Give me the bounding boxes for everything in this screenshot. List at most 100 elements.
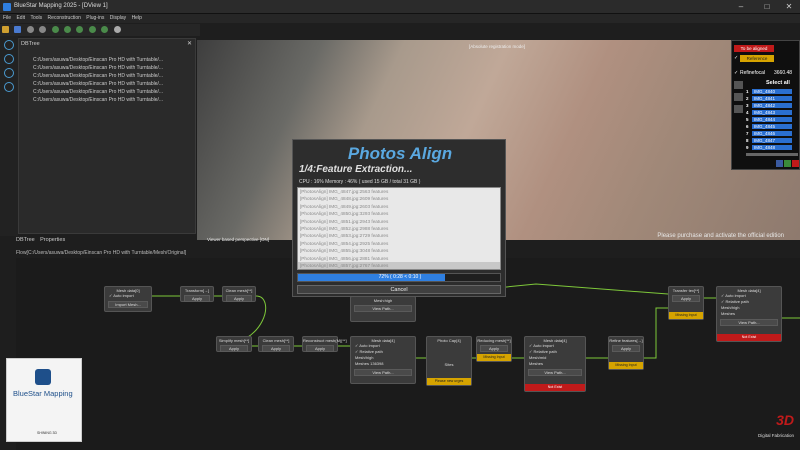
menu-tools[interactable]: Tools [30, 15, 42, 21]
node-action-button[interactable]: Apply [612, 345, 640, 352]
camera-row[interactable]: 8 IMG_4847 [746, 138, 798, 144]
flow-node-reducing[interactable]: Reducing mesh[**] Apply Missing Input [476, 336, 512, 362]
bluestar-logo-icon [35, 369, 51, 385]
reference-toggle[interactable]: Reference [740, 55, 774, 62]
node-action-button[interactable]: Apply [672, 295, 700, 302]
camera-row[interactable]: 2 IMG_4841 [746, 96, 798, 102]
flow-node-mesh-data-mid[interactable]: Mesh data[4] ✓ Auto import ✓ Relative path… [350, 336, 416, 384]
search-icon[interactable] [4, 54, 14, 64]
panel-close-icon[interactable]: ✕ [187, 40, 192, 47]
open-icon[interactable] [2, 26, 9, 33]
close-button[interactable]: ✕ [778, 1, 800, 13]
cancel-button[interactable]: Cancel [297, 285, 501, 294]
node-action-button[interactable]: Apply [480, 345, 508, 352]
node-status-footer: Not Exist [525, 384, 585, 391]
menu-reconstruction[interactable]: Reconstruction [48, 15, 81, 21]
settings-icon[interactable] [113, 26, 121, 33]
flow-node-mesh-high[interactable]: Mesh:high View Path... [350, 296, 416, 322]
camera-row[interactable]: 3 IMG_4842 [746, 103, 798, 109]
redo-icon[interactable] [39, 26, 47, 33]
texture-icon[interactable] [88, 26, 96, 33]
flow-node-transform[interactable]: Transform[→] Apply [180, 286, 214, 302]
dbtree-row[interactable]: C:/Users/asuwa/Desktop/Einscan Pro HD wi… [33, 57, 163, 63]
cpu-memory-status: CPU : 16% Memory : 46% ( used 15 GB / to… [299, 179, 421, 185]
camera-scrollbar[interactable] [746, 153, 798, 156]
refinefocal-label: Refinefocal [740, 70, 766, 76]
node-action-button[interactable]: Apply [226, 295, 252, 302]
camera-image-name: IMG_4840 [752, 89, 792, 94]
flow-node-photo-capture[interactable]: Photo Cap[4] Sites Please new urges [426, 336, 472, 386]
flow-node-clean-mesh1[interactable]: Clean mesh[**] Apply [222, 286, 256, 302]
menu-plugins[interactable]: Plug-ins [86, 15, 104, 21]
network-icon[interactable] [4, 68, 14, 78]
to-be-aligned-button[interactable]: To be aligned [734, 45, 774, 52]
node-action-button[interactable]: View Path... [354, 369, 412, 376]
camera-row[interactable]: 7 IMG_4846 [746, 131, 798, 137]
camera-row[interactable]: 5 IMG_4844 [746, 117, 798, 123]
camera-row[interactable]: 9 IMG_4848 [746, 145, 798, 151]
menu-edit[interactable]: Edit [16, 15, 25, 21]
node-action-button[interactable]: Apply [306, 345, 334, 352]
node-action-button[interactable]: Apply [220, 345, 248, 352]
flow-node-refine[interactable]: Refine features[→] Apply Missing Input [608, 336, 644, 370]
align-icon[interactable] [63, 26, 71, 33]
reference-check[interactable]: ✓ [734, 55, 738, 61]
node-title: Clean mesh[**] [262, 338, 290, 343]
node-action-button[interactable]: Apply [262, 345, 290, 352]
log-line: [PhotosAlign] IMG_4857.jpg:2767 features [298, 262, 500, 269]
node-option-label: Relative path [725, 299, 749, 304]
undo-icon[interactable] [26, 26, 34, 33]
flow-node-mesh-data-mid2[interactable]: Mesh data[4] ✓ Auto import ✓ Relative path… [524, 336, 586, 392]
dbtree-row[interactable]: C:/Users/asuwa/Desktop/Einscan Pro HD wi… [33, 73, 163, 79]
camera-tool-icon[interactable] [734, 81, 743, 89]
delete-icon[interactable] [792, 160, 799, 167]
log-line: [PhotosAlign] IMG_4855.jpg:3048 features [300, 248, 389, 254]
flow-node-reconstruct[interactable]: Reconstruct mesh(M)[**] Apply [302, 336, 347, 352]
brand-logo: 3D [776, 412, 794, 428]
dbtree-row[interactable]: C:/Users/asuwa/Desktop/Einscan Pro HD wi… [33, 81, 163, 87]
auto-import-check[interactable]: ✓ Auto import [105, 293, 151, 299]
camera-panel: To be aligned Reference ✓ ✓ Refinefocal … [731, 40, 800, 170]
node-action-button[interactable]: View Path... [720, 319, 778, 326]
flow-node-simplify[interactable]: Simplify mesh[**] Apply [216, 336, 252, 352]
node-title: Reconstruct mesh(M)[**] [303, 338, 347, 343]
camera-tool-icon[interactable] [734, 93, 743, 101]
node-action-button[interactable]: Import Mesh... [108, 301, 148, 308]
refinefocal-check[interactable]: ✓ [734, 70, 738, 76]
zoom-icon[interactable] [4, 40, 14, 50]
dbtree-row[interactable]: C:/Users/asuwa/Desktop/Einscan Pro HD wi… [33, 97, 163, 103]
camera-tool-icon[interactable] [734, 105, 743, 113]
flow-icon[interactable] [101, 26, 109, 33]
menu-file[interactable]: File [3, 15, 11, 21]
flow-node-mesh-data-in[interactable]: Mesh data[0] ✓ Auto import Import Mesh... [104, 286, 152, 312]
node-action-button[interactable]: Apply [184, 295, 210, 302]
dialog-title: Photos Align [347, 144, 453, 163]
minimize-button[interactable]: – [730, 1, 752, 13]
menu-display[interactable]: Display [110, 15, 126, 21]
confirm-icon[interactable] [776, 160, 783, 167]
maximize-button[interactable]: □ [756, 1, 778, 13]
align-log[interactable]: [PhotosAlign] IMG_4847.jpg:2563 features… [297, 187, 501, 270]
flow-node-mesh-data-out[interactable]: Mesh data[4] ✓ Auto import ✓ Relative path… [716, 286, 782, 342]
dbtree-row[interactable]: C:/Users/asuwa/Desktop/Einscan Pro HD wi… [33, 89, 163, 95]
camera-row[interactable]: 6 IMG_4845 [746, 124, 798, 130]
tab-properties[interactable]: Properties [40, 237, 65, 243]
flow-node-clean-mesh2[interactable]: Clean mesh[**] Apply [258, 336, 294, 352]
save-icon[interactable] [14, 26, 22, 33]
mesh-icon[interactable] [76, 26, 84, 33]
scan-icon[interactable] [51, 26, 59, 33]
tab-dbtree[interactable]: DBTree [16, 237, 35, 243]
flow-node-transfer[interactable]: Transfer tex[**] Apply Missing Input [668, 286, 704, 320]
camera-image-name: IMG_4844 [752, 117, 792, 122]
dbtree-row[interactable]: C:/Users/asuwa/Desktop/Einscan Pro HD wi… [33, 65, 163, 71]
select-all-label[interactable]: Select all [766, 80, 790, 86]
log-line: [PhotosAlign] IMG_4852.jpg:2988 features [300, 226, 389, 232]
nodes-icon[interactable] [4, 82, 14, 92]
node-action-button[interactable]: View Path... [528, 369, 582, 376]
apply-icon[interactable] [784, 160, 791, 167]
camera-row[interactable]: 1 IMG_4840 [746, 89, 798, 95]
focal-value[interactable]: 3660.48 [774, 70, 792, 76]
menu-help[interactable]: Help [132, 15, 142, 21]
node-action-button[interactable]: View Path... [354, 305, 412, 312]
camera-row[interactable]: 4 IMG_4843 [746, 110, 798, 116]
